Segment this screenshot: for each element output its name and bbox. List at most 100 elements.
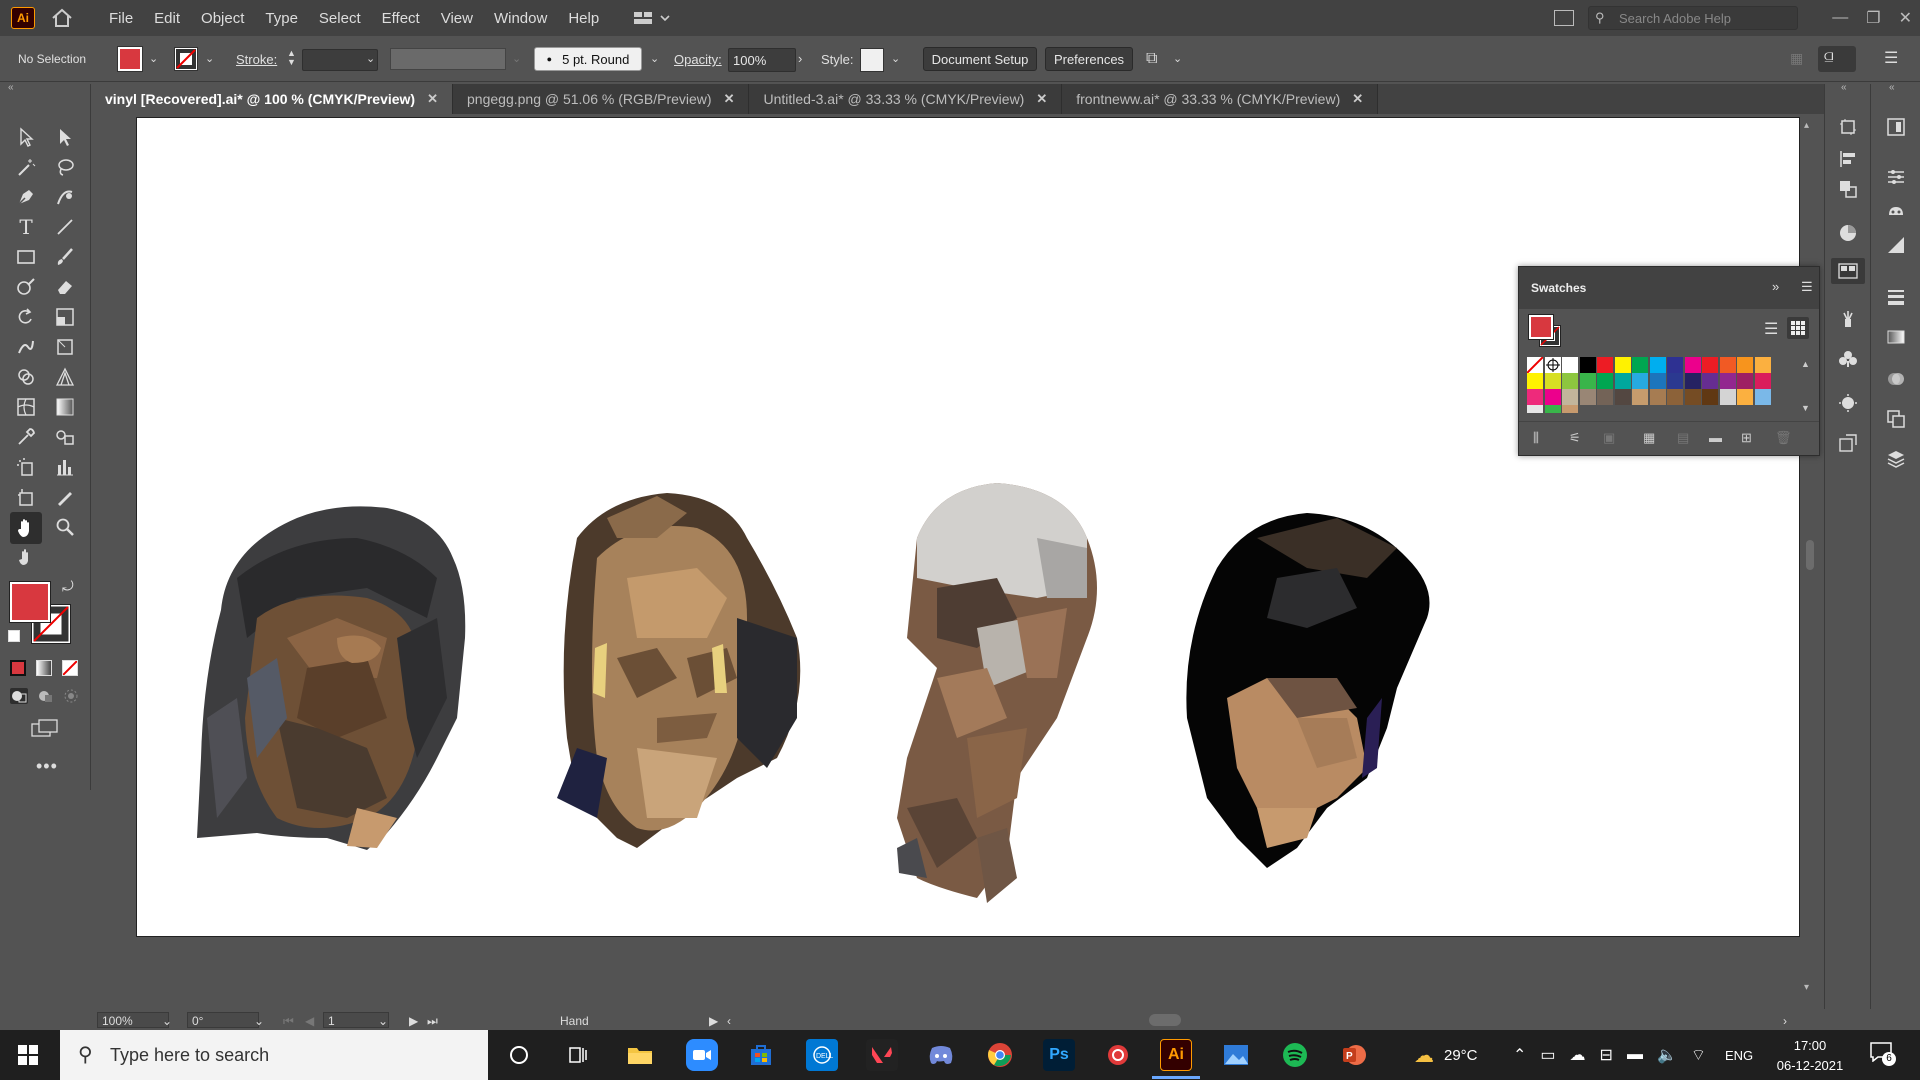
swatch-fill-indicator[interactable] — [1528, 314, 1554, 340]
style-dropdown-icon[interactable]: ⌄ — [891, 52, 900, 65]
swatch[interactable] — [1614, 373, 1631, 389]
swatch-scroll-up-icon[interactable]: ▲ — [1801, 359, 1810, 369]
swatch[interactable] — [1527, 357, 1544, 374]
portrait-4[interactable] — [1186, 513, 1430, 868]
stroke-weight-dropdown-icon[interactable]: ⌄ — [366, 52, 375, 65]
vertical-scroll-thumb[interactable] — [1806, 540, 1814, 570]
swatch[interactable] — [1737, 389, 1753, 405]
swatch[interactable] — [1684, 373, 1701, 389]
restore-icon[interactable]: ❐ — [1866, 8, 1880, 28]
swatch[interactable] — [1632, 357, 1648, 373]
links-panel-icon[interactable] — [1883, 406, 1909, 432]
swatch[interactable] — [1719, 373, 1736, 389]
swatches-panel-icon[interactable] — [1831, 258, 1865, 284]
swatch[interactable] — [1632, 373, 1648, 389]
menu-select[interactable]: Select — [319, 10, 361, 27]
blend-tool-icon[interactable] — [52, 424, 78, 450]
show-kinds-icon[interactable]: ⚟ — [1569, 430, 1581, 446]
lasso-tool-icon[interactable] — [52, 154, 78, 180]
portrait-2[interactable] — [557, 493, 801, 848]
swatch-scroll-down-icon[interactable]: ▼ — [1801, 403, 1810, 413]
file-explorer-icon[interactable] — [624, 1039, 656, 1071]
none-mode-icon[interactable] — [62, 660, 78, 676]
eyedropper-tool-icon[interactable] — [13, 424, 39, 450]
profile-dropdown-icon[interactable]: ⌄ — [512, 52, 521, 65]
artboard-dropdown-icon[interactable]: ⌄ — [378, 1014, 388, 1028]
gradient-mode-icon[interactable] — [36, 660, 52, 676]
appearance-panel-icon[interactable] — [1835, 390, 1861, 416]
slice-tool-icon[interactable] — [52, 484, 78, 510]
stroke-dropdown-icon[interactable]: ⌄ — [205, 52, 214, 65]
swatch[interactable] — [1614, 357, 1631, 373]
column-graph-tool-icon[interactable] — [52, 454, 78, 480]
asset-export-panel-icon[interactable] — [1883, 198, 1909, 224]
swatch[interactable] — [1702, 389, 1718, 405]
opacity-input[interactable]: 100% — [728, 48, 796, 72]
expand-panels-icon[interactable]: « — [1889, 82, 1895, 93]
folder-icon[interactable]: ▬ — [1709, 430, 1722, 445]
edit-toolbar-icon[interactable]: ••• — [36, 756, 58, 777]
brush-definition-select[interactable]: ● 5 pt. Round — [534, 47, 642, 71]
tab-vinyl-recovered[interactable]: vinyl [Recovered].ai* @ 100 % (CMYK/Prev… — [91, 84, 454, 114]
stroke-stepper[interactable]: ▲ ▼ — [287, 49, 296, 67]
swatch[interactable] — [1719, 357, 1736, 373]
preferences-button[interactable]: Preferences — [1045, 47, 1133, 71]
variable-width-profile[interactable] — [390, 48, 506, 70]
perspective-grid-tool-icon[interactable] — [52, 364, 78, 390]
swatch[interactable] — [1544, 373, 1561, 389]
new-swatch-icon[interactable]: ⊞ — [1741, 430, 1752, 446]
menu-window[interactable]: Window — [494, 10, 547, 27]
pathfinder-panel-icon[interactable] — [1835, 176, 1861, 202]
align-panel-icon[interactable] — [1835, 146, 1861, 172]
panel-menu-icon[interactable]: ☰ — [1884, 48, 1898, 68]
pen-tool-icon[interactable] — [13, 184, 39, 210]
transparency-panel-icon[interactable] — [1883, 366, 1909, 392]
stroke-color-swatch[interactable] — [174, 47, 198, 71]
properties-panel-icon[interactable] — [1883, 114, 1909, 140]
close-tab-icon[interactable]: ✕ — [1036, 91, 1047, 107]
dell-app-icon[interactable]: DELL — [806, 1039, 838, 1071]
rotate-tool-icon[interactable] — [13, 304, 39, 330]
scroll-up-icon[interactable]: ▴ — [1804, 120, 1809, 131]
close-icon[interactable]: ✕ — [1899, 8, 1912, 28]
opacity-label[interactable]: Opacity: — [674, 52, 722, 67]
clock[interactable]: 17:00 06-12-2021 — [1770, 1036, 1850, 1076]
valorant-icon[interactable] — [866, 1039, 898, 1071]
swatch[interactable] — [1597, 373, 1613, 389]
shape-builder-tool-icon[interactable] — [13, 364, 39, 390]
weather-widget[interactable]: ☁ 29°C — [1414, 1030, 1478, 1080]
menu-type[interactable]: Type — [265, 10, 298, 27]
swatch[interactable] — [1562, 389, 1578, 405]
swatch[interactable] — [1544, 357, 1561, 373]
notifications-icon[interactable]: 6 — [1870, 1042, 1896, 1066]
home-icon[interactable] — [49, 5, 75, 31]
brushes-panel-icon[interactable] — [1835, 306, 1861, 332]
next-artboard-icon[interactable]: ▶ — [409, 1014, 418, 1028]
tab-frontneww[interactable]: frontneww.ai* @ 33.33 % (CMYK/Preview) ✕ — [1062, 84, 1379, 114]
image-trace-panel-icon[interactable] — [1835, 430, 1861, 456]
swatch[interactable] — [1754, 389, 1771, 405]
swatch[interactable] — [1702, 357, 1718, 373]
curvature-tool-icon[interactable] — [52, 184, 78, 210]
draw-normal-icon[interactable] — [10, 688, 28, 704]
collapse-toolbar-icon[interactable]: « — [8, 82, 14, 93]
swatch[interactable] — [1737, 373, 1753, 389]
swap-fill-stroke-icon[interactable]: ⤾ — [62, 578, 74, 595]
status-menu-icon[interactable]: ▶ — [709, 1014, 718, 1028]
warp-tool-icon[interactable] — [13, 334, 39, 360]
line-segment-tool-icon[interactable] — [52, 214, 78, 240]
menu-view[interactable]: View — [441, 10, 473, 27]
swatch[interactable] — [1562, 373, 1578, 389]
close-tab-icon[interactable]: ✕ — [724, 91, 735, 107]
workspace-switcher-button[interactable] — [630, 7, 674, 29]
selection-tool-icon[interactable] — [13, 124, 39, 150]
rectangle-tool-icon[interactable] — [13, 244, 39, 270]
menu-effect[interactable]: Effect — [382, 10, 420, 27]
swatch[interactable] — [1579, 357, 1596, 373]
battery-icon[interactable]: ▬ — [1627, 1046, 1643, 1064]
vertical-scrollbar[interactable]: ▴ ▾ — [1804, 120, 1816, 996]
artboard[interactable] — [136, 117, 1800, 937]
swatch[interactable] — [1527, 373, 1543, 389]
screen-mode-icon[interactable] — [30, 718, 60, 740]
stroke-panel-icon[interactable] — [1883, 284, 1909, 310]
